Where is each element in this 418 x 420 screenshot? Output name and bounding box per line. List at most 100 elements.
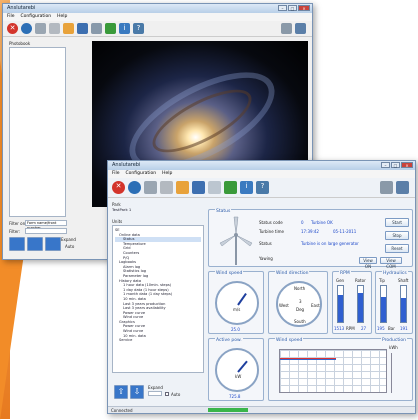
stop-icon[interactable]: ✕	[7, 23, 18, 34]
hydraulics-tip-value: 195	[377, 326, 385, 331]
turbine-time-value: 17:39:42	[301, 229, 319, 234]
yawing-label: Yawing	[259, 256, 273, 261]
monitor-icon[interactable]	[396, 181, 409, 194]
compass-north: North	[294, 286, 306, 291]
wrench-icon[interactable]	[91, 23, 102, 34]
status-label: Status	[259, 241, 272, 246]
help-icon[interactable]: ?	[133, 23, 144, 34]
back-auto-label[interactable]: Auto	[65, 244, 74, 249]
maximize-button[interactable]: □	[288, 5, 297, 11]
gauge-needle	[237, 360, 248, 373]
settings-icon[interactable]	[380, 181, 393, 194]
back-menubar: File Configuration Help	[3, 13, 312, 21]
status-panel: Status Status code 0 Turbine OK Turbine …	[208, 209, 413, 269]
wind-speed-chart-title: Wind speed	[275, 338, 304, 343]
back-window-titlebar[interactable]: Anslutarebi – □ ×	[3, 4, 312, 13]
plug-icon[interactable]	[224, 181, 237, 194]
auto-checkbox[interactable]	[165, 392, 169, 396]
units-label: Units	[112, 219, 123, 224]
minimize-button[interactable]: –	[381, 162, 390, 168]
status-text: Turbine is on large generator	[301, 241, 359, 246]
menu-help[interactable]: Help	[162, 170, 172, 178]
park-select[interactable]: TestPark 1	[112, 207, 160, 213]
plug-icon[interactable]	[105, 23, 116, 34]
front-auto-label: Auto	[171, 392, 181, 397]
delete-photo-button[interactable]	[45, 237, 61, 251]
maximize-button[interactable]: □	[391, 162, 400, 168]
menu-configuration[interactable]: Configuration	[21, 13, 52, 21]
rpm-gen-bar	[337, 285, 344, 323]
notes-icon[interactable]	[63, 23, 74, 34]
front-menubar: File Configuration Help	[108, 170, 415, 178]
photobook-label: Photobook	[9, 41, 31, 46]
close-button[interactable]: ×	[401, 162, 413, 168]
menu-file[interactable]: File	[112, 170, 120, 178]
menu-help[interactable]: Help	[57, 13, 67, 21]
wind-speed-panel: Wind speed m/s 25.0	[208, 271, 264, 334]
connection-status: Connected	[111, 408, 133, 413]
connect-icon[interactable]	[144, 181, 157, 194]
stop-button[interactable]: Stop	[385, 231, 409, 240]
settings-icon[interactable]	[281, 23, 292, 34]
start-button[interactable]: Start	[385, 218, 409, 227]
photobook-list[interactable]	[9, 47, 66, 217]
info-icon[interactable]: i	[119, 23, 130, 34]
progress-bar	[208, 408, 248, 412]
wind-speed-value: 25.0	[231, 327, 240, 332]
down-arrow-button[interactable]: ⇩	[130, 385, 144, 399]
active-power-unit: kW	[235, 374, 242, 379]
info-icon[interactable]: i	[240, 181, 253, 194]
production-scale	[391, 353, 409, 393]
view-com-button[interactable]: View COM	[380, 257, 402, 269]
wind-speed-title: Wind speed	[215, 271, 244, 276]
tree-item[interactable]: Service	[115, 338, 201, 343]
hydraulics-title: Hydraulics	[382, 271, 408, 276]
stop-icon[interactable]: ✕	[112, 181, 125, 194]
production-title: Production	[381, 338, 407, 343]
reset-button[interactable]: Reset	[385, 244, 409, 253]
front-window-title: Anslutarebi	[112, 162, 141, 168]
edit-photo-button[interactable]	[27, 237, 43, 251]
wind-speed-chart-panel: Wind speed Production kWh	[268, 338, 413, 401]
wind-speed-gauge: m/s	[215, 281, 259, 325]
rpm-title: RPM	[339, 271, 351, 276]
rpm-unit: RPM	[346, 326, 355, 331]
filter-input[interactable]	[25, 228, 67, 234]
globe-icon[interactable]	[128, 181, 141, 194]
minimize-button[interactable]: –	[278, 5, 287, 11]
rpm-rotor-bar	[357, 285, 364, 323]
help-icon[interactable]: ?	[256, 181, 269, 194]
turbine-time-label: Turbine time	[259, 229, 284, 234]
filter2-label: Filter:	[9, 229, 21, 234]
units-tree[interactable]: SE Online data Status Temperature Grid C…	[112, 225, 204, 373]
rpm-rotor-value: 27	[361, 326, 367, 331]
notes-icon[interactable]	[176, 181, 189, 194]
hydraulics-shaft-fill	[401, 297, 406, 322]
close-button[interactable]: ×	[298, 5, 310, 11]
front-window-titlebar[interactable]: Anslutarebi – □ ×	[108, 161, 415, 170]
status-code-text: Turbine OK	[311, 220, 333, 225]
add-photo-button[interactable]	[9, 237, 25, 251]
save-icon[interactable]	[192, 181, 205, 194]
compass-east: East	[311, 303, 320, 308]
wind-direction-unit: Deg	[296, 307, 305, 312]
active-power-title: Active pow.	[215, 338, 243, 343]
back-expand-label: Expand	[61, 237, 76, 242]
status-bar: Connected	[108, 406, 415, 413]
filter-select[interactable]: Form name/front number	[25, 220, 67, 230]
up-arrow-button[interactable]: ⇧	[114, 385, 128, 399]
view-on-button[interactable]: View ON	[359, 257, 377, 269]
globe-icon[interactable]	[21, 23, 32, 34]
wrench-icon[interactable]	[208, 181, 221, 194]
disconnect-icon[interactable]	[160, 181, 173, 194]
connect-icon[interactable]	[35, 23, 46, 34]
menu-configuration[interactable]: Configuration	[126, 170, 157, 178]
save-icon[interactable]	[77, 23, 88, 34]
compass-south: South	[294, 319, 306, 324]
expand-select[interactable]	[148, 391, 162, 396]
active-power-value: 725.8	[229, 394, 241, 399]
menu-file[interactable]: File	[7, 13, 15, 21]
wind-direction-panel: Wind direction North South West East 3 D…	[268, 271, 328, 334]
disconnect-icon[interactable]	[49, 23, 60, 34]
monitor-icon[interactable]	[295, 23, 306, 34]
